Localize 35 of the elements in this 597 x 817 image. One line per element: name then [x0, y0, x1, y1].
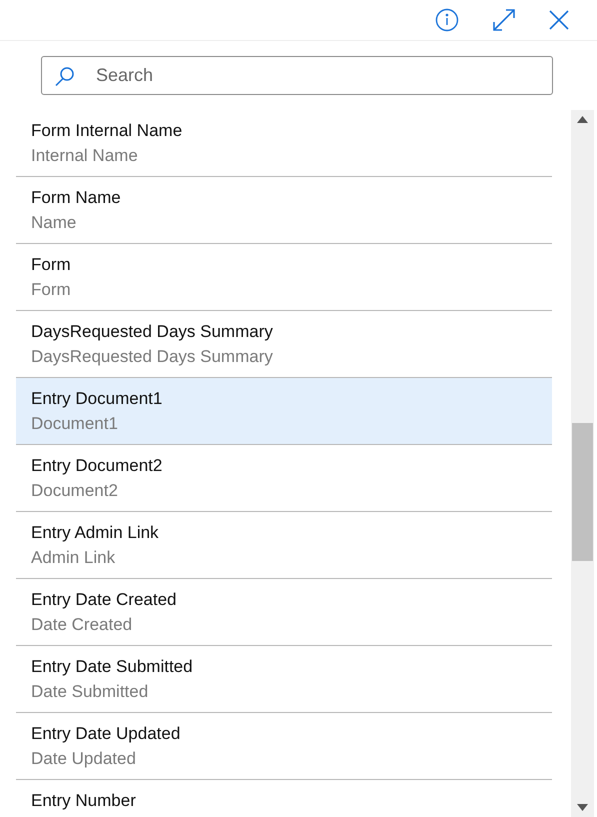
item-subtitle: DaysRequested Days Summary	[31, 346, 274, 368]
item-title: Entry Date Updated	[31, 723, 182, 745]
item-title: Entry Document1	[31, 388, 164, 410]
item-title: Form Name	[31, 187, 122, 209]
search-field[interactable]: Search	[41, 56, 553, 95]
scroll-up-icon[interactable]	[577, 116, 588, 123]
info-button[interactable]	[435, 8, 459, 32]
item-subtitle: Name	[31, 212, 78, 234]
item-subtitle: Document1	[31, 413, 119, 435]
scrollbar-thumb[interactable]	[572, 423, 593, 561]
item-title: Form Internal Name	[31, 120, 184, 142]
scroll-down-icon[interactable]	[577, 804, 588, 811]
item-title: Entry Date Submitted	[31, 656, 194, 678]
item-subtitle: Document2	[31, 480, 119, 502]
list-item[interactable]: Entry Document1 Document1	[16, 378, 552, 445]
info-icon	[435, 8, 459, 32]
item-title: Entry Date Created	[31, 589, 178, 611]
expand-icon	[492, 8, 516, 32]
item-subtitle: Form	[31, 279, 72, 301]
search-input[interactable]: Search	[96, 62, 552, 89]
item-title: DaysRequested Days Summary	[31, 321, 274, 343]
expand-button[interactable]	[492, 8, 516, 32]
scrollbar[interactable]	[571, 110, 594, 817]
item-title: Entry Document2	[31, 455, 164, 477]
item-title: Entry Number	[31, 790, 137, 812]
item-subtitle: Date Submitted	[31, 681, 150, 703]
close-button[interactable]	[549, 10, 569, 30]
item-subtitle: Admin Link	[31, 547, 116, 569]
item-subtitle: Internal Name	[31, 145, 139, 167]
item-subtitle: Date Updated	[31, 748, 137, 770]
item-title: Form	[31, 254, 72, 276]
item-subtitle: Date Created	[31, 614, 134, 636]
search-icon	[54, 64, 76, 86]
item-title: Entry Admin Link	[31, 522, 160, 544]
close-icon	[549, 10, 569, 30]
